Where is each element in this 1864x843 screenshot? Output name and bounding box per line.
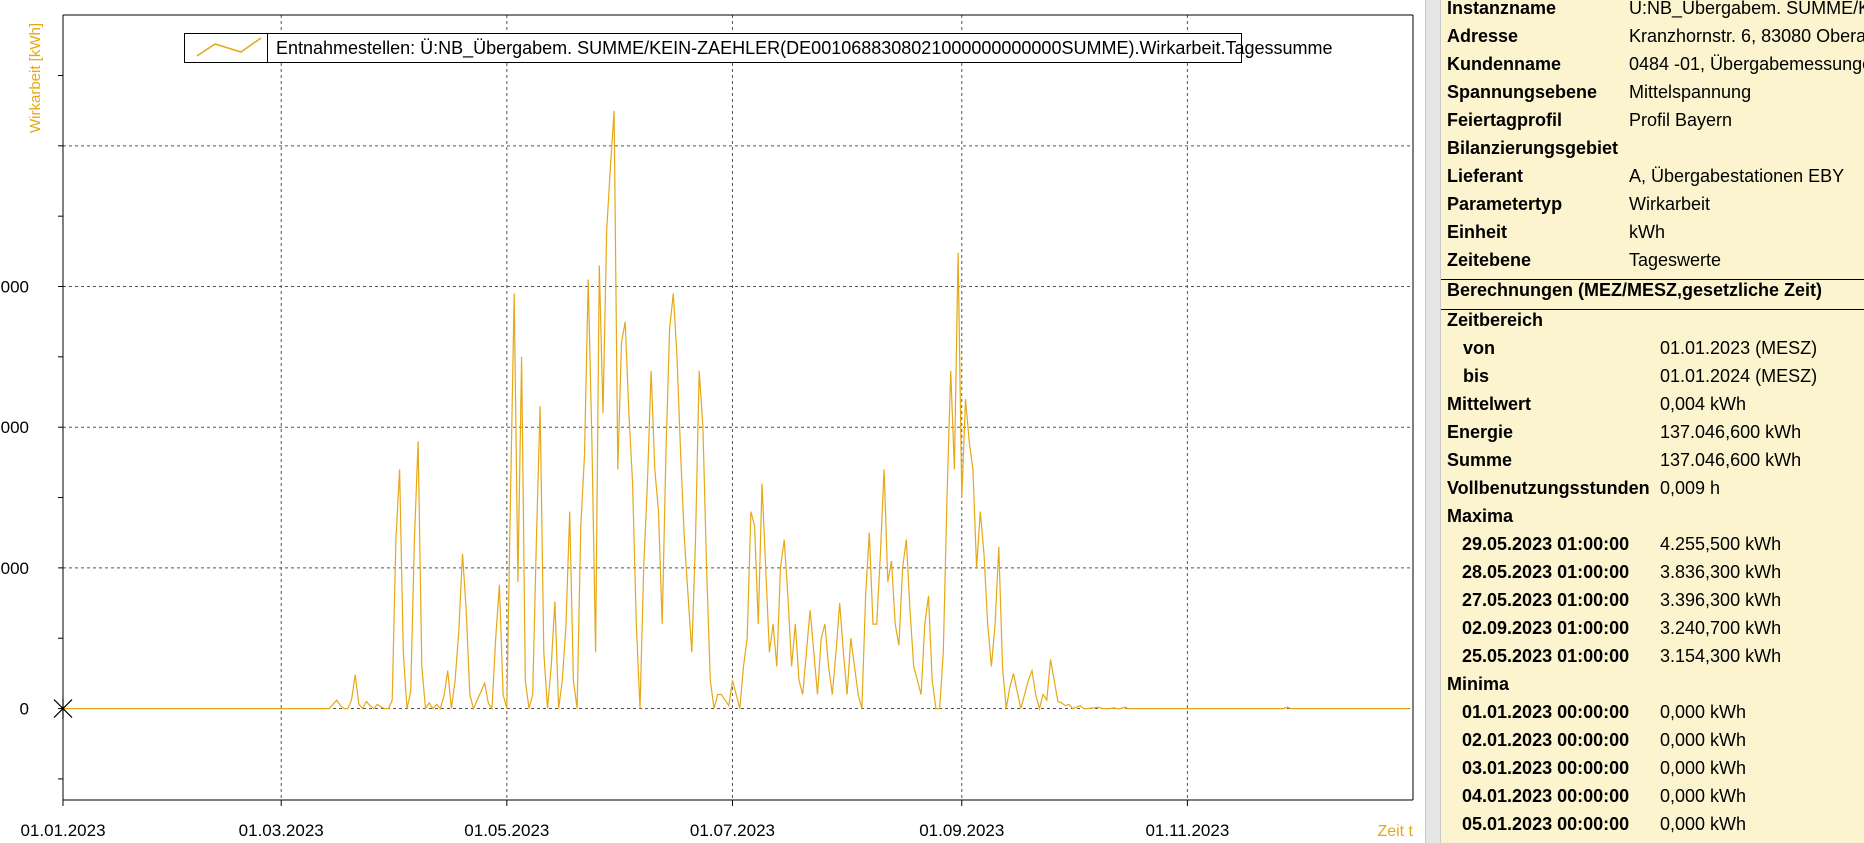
minima-timestamp: 02.01.2023 00:00:00 [1462, 730, 1630, 750]
maxima-label: Maxima [1447, 506, 1514, 526]
maxima-value: 3.396,300 kWh [1660, 590, 1782, 610]
y-tick-label: 0 [20, 700, 29, 719]
y-tick-label: 2.000 [0, 418, 29, 437]
stat-label: Vollbenutzungsstunden [1447, 478, 1650, 498]
legend-divider [267, 34, 268, 62]
x-tick-label: 01.11.2023 [1145, 821, 1229, 840]
bis-value: 01.01.2024 (MESZ) [1660, 366, 1818, 386]
x-tick-label: 01.05.2023 [464, 821, 549, 840]
x-tick-label: 01.03.2023 [239, 821, 324, 840]
panel-splitter[interactable] [1425, 0, 1441, 843]
info-value: 0484 -01, Übergabemessungen [1629, 54, 1864, 74]
maxima-timestamp: 25.05.2023 01:00:00 [1462, 646, 1630, 666]
minima-timestamp: 03.01.2023 00:00:00 [1462, 758, 1630, 778]
legend: Entnahmestellen: Ü:NB_Übergabem. SUMME/K… [184, 33, 1333, 63]
minima-timestamp: 05.01.2023 00:00:00 [1462, 814, 1630, 834]
axes [58, 14, 1414, 806]
stat-label: Mittelwert [1447, 394, 1532, 414]
info-label: Zeitebene [1447, 250, 1532, 270]
minima-value: 0,000 kWh [1660, 730, 1747, 750]
maxima-value: 3.836,300 kWh [1660, 562, 1782, 582]
chart-panel: 01.01.2023 01.03.2023 01.05.2023 01.07.2023… [0, 0, 1425, 843]
x-tick-label: 01.01.2023 [20, 821, 105, 840]
minima-value: 0,000 kWh [1660, 786, 1747, 806]
info-label: Lieferant [1447, 166, 1524, 186]
stat-value: 0,004 kWh [1660, 394, 1747, 414]
info-value: Profil Bayern [1629, 110, 1733, 130]
von-label: von [1463, 338, 1496, 358]
maxima-timestamp: 02.09.2023 01:00:00 [1462, 618, 1630, 638]
stat-value: 137.046,600 kWh [1660, 450, 1802, 470]
stat-value: 0,009 h [1660, 478, 1721, 498]
info-label: Instanzname [1447, 0, 1557, 18]
bis-label: bis [1463, 366, 1490, 386]
maxima-value: 3.240,700 kWh [1660, 618, 1782, 638]
info-panel: Instanzname Ü:NB_Übergabem. SUMME/KEIN-ZA… [1441, 0, 1864, 843]
maxima-timestamp: 28.05.2023 01:00:00 [1462, 562, 1630, 582]
minima-timestamp: 01.01.2023 00:00:00 [1462, 702, 1630, 722]
stat-label: Summe [1447, 450, 1513, 470]
minima-value: 0,000 kWh [1660, 814, 1747, 834]
y-tick-label: 1.000 [0, 559, 29, 578]
grid-lines [63, 15, 1413, 800]
info-label: Spannungsebene [1447, 82, 1598, 102]
stat-label: Energie [1447, 422, 1514, 442]
maxima-timestamp: 29.05.2023 01:00:00 [1462, 534, 1630, 554]
minima-value: 0,000 kWh [1660, 702, 1747, 722]
info-label: Einheit [1447, 222, 1508, 242]
info-value: Tageswerte [1629, 250, 1722, 270]
minima-value: 0,000 kWh [1660, 758, 1747, 778]
legend-series-name: Entnahmestellen: Ü:NB_Übergabem. SUMME/K… [276, 38, 1333, 58]
x-axis-label: Zeit t [1377, 823, 1413, 840]
minima-label: Minima [1447, 674, 1510, 694]
maxima-value: 3.154,300 kWh [1660, 646, 1782, 666]
von-value: 01.01.2023 (MESZ) [1660, 338, 1818, 358]
calc-header: Berechnungen (MEZ/MESZ,gesetzliche Zeit) [1447, 280, 1823, 300]
line-chart: 01.01.2023 01.03.2023 01.05.2023 01.07.2023… [0, 14, 1414, 840]
info-value: kWh [1629, 222, 1665, 242]
info-label: Parametertyp [1447, 194, 1563, 214]
legend-line-icon [196, 37, 262, 57]
info-value: A, Übergabestationen EBY [1629, 166, 1845, 186]
x-tick-label: 01.07.2023 [690, 821, 775, 840]
maxima-timestamp: 27.05.2023 01:00:00 [1462, 590, 1630, 610]
info-value: Ü:NB_Übergabem. SUMME/KEIN-ZAEHLER [1629, 0, 1864, 18]
stat-value: 137.046,600 kWh [1660, 422, 1802, 442]
series-layer [53, 110, 1410, 719]
x-tick-label: 01.09.2023 [919, 821, 1004, 840]
y-axis-label: Wirkarbeit [kWh] [27, 23, 44, 133]
minima-timestamp: 04.01.2023 00:00:00 [1462, 786, 1630, 806]
info-label: Adresse [1447, 26, 1519, 46]
info-value: Wirkarbeit [1629, 194, 1711, 214]
info-label: Bilanzierungsgebiet [1447, 138, 1619, 158]
series-line [63, 110, 1410, 711]
y-tick-label: 3.000 [0, 278, 29, 297]
info-label: Kundenname [1447, 54, 1562, 74]
zeitbereich-label: Zeitbereich [1447, 310, 1544, 330]
info-value: Kranzhornstr. 6, 83080 Oberaudorf [1629, 26, 1864, 46]
info-label: Feiertagprofil [1447, 110, 1563, 130]
maxima-value: 4.255,500 kWh [1660, 534, 1782, 554]
info-value: Mittelspannung [1629, 82, 1752, 102]
